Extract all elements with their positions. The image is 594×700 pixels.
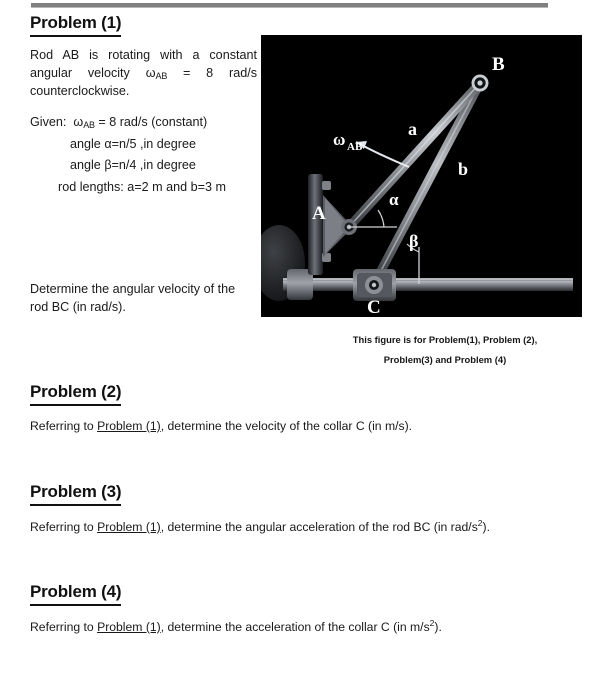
label-a: A — [312, 203, 326, 224]
top-divider-rule — [31, 3, 548, 8]
p3-text-after-b: ). — [482, 520, 490, 534]
p3-text-before: Referring to — [30, 520, 98, 534]
problem-2-heading: Problem (2) — [30, 382, 122, 406]
omega-symbol: ω — [145, 65, 156, 80]
p4-text-after-b: ). — [434, 620, 442, 634]
label-link-b: b — [458, 159, 468, 179]
given-row-rod-lengths: rod lengths: a=2 m and b=3 m — [58, 179, 227, 194]
p4-crossref-problem-1[interactable]: Problem (1) — [97, 620, 161, 634]
problem-1-heading: Problem (1) — [30, 13, 122, 37]
intro-line-2-c: rad/s — [229, 65, 258, 80]
intro-line-2-b: = 8 — [182, 65, 214, 80]
problem-3-heading: Problem (3) — [30, 482, 122, 506]
given-omega-value: = 8 rad/s (constant) — [98, 115, 208, 129]
problem-2-body: Referring to Problem (1), determine the … — [30, 418, 412, 435]
given-omega-subscript: AB — [83, 120, 95, 130]
label-angle-alpha: α — [389, 190, 399, 209]
p2-crossref-problem-1[interactable]: Problem (1) — [97, 419, 161, 433]
given-omega-symbol: ω — [73, 115, 84, 129]
label-omega: ω — [333, 130, 345, 149]
p3-crossref-problem-1[interactable]: Problem (1) — [97, 520, 161, 534]
label-angle-beta: β — [409, 231, 418, 251]
label-omega-subscript: AB — [347, 141, 363, 153]
p2-text-before: Referring to — [30, 419, 98, 433]
caption-line-1: This figure is for Problem(1), Problem (… — [352, 334, 538, 345]
problem-1-question: Determine the angular velocity of the ro… — [30, 280, 248, 317]
p2-text-after: , determine the velocity of the collar C… — [160, 419, 413, 433]
problem-4-body: Referring to Problem (1), determine the … — [30, 618, 442, 636]
label-b: B — [492, 54, 505, 75]
p3-text-after-a: , determine the angular acceleration of … — [160, 520, 478, 534]
question-line-1: Determine the angular velocity of — [30, 282, 215, 296]
intro-line-1: Rod AB is rotating with a constant — [30, 48, 257, 62]
given-row-beta: angle β=n/4 ,in degree — [70, 158, 196, 173]
intro-line-3: counterclockwise. — [30, 83, 130, 98]
mechanism-figure: B A C a b α β ω AB — [261, 35, 582, 317]
figure-caption: This figure is for Problem(1), Problem (… — [300, 330, 590, 370]
pivot-b — [471, 74, 489, 92]
label-c: C — [367, 297, 381, 317]
given-label: Given: — [30, 115, 67, 129]
given-values-block: Given: ωAB = 8 rad/s (constant) angle α=… — [30, 112, 270, 199]
problem-3-body: Referring to Problem (1), determine the … — [30, 518, 490, 536]
p4-text-before: Referring to — [30, 620, 98, 634]
given-row-alpha: angle α=n/5 ,in degree — [70, 136, 196, 151]
problem-4-heading: Problem (4) — [30, 582, 122, 606]
problem-1-intro-paragraph: Rod AB is rotating with a constant angul… — [30, 47, 257, 101]
p4-text-after-a: , determine the acceleration of the coll… — [160, 620, 430, 634]
given-row-omega: Given: ωAB = 8 rad/s (constant) — [30, 112, 270, 134]
omega-subscript: AB — [155, 70, 168, 81]
intro-line-2-a: angular velocity — [30, 65, 130, 80]
mechanism-diagram: B A C a b α β ω AB — [261, 35, 582, 317]
caption-line-2: Problem(3) and Problem (4) — [383, 353, 507, 365]
label-link-a: a — [408, 119, 417, 139]
